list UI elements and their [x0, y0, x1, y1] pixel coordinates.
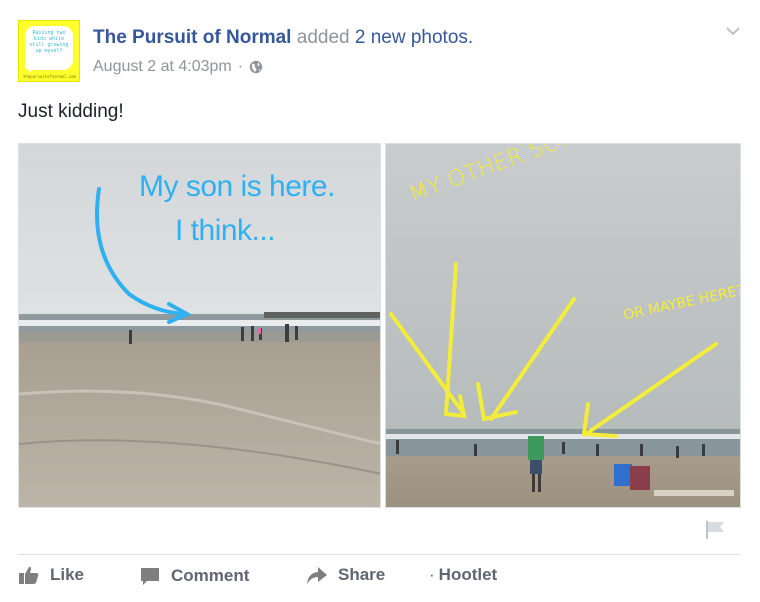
avatar-bubble-text: Raising two kids while still growing up … [25, 26, 73, 70]
like-button[interactable]: Like [18, 565, 84, 585]
post-headline: The Pursuit of Normal added 2 new photos… [93, 26, 473, 50]
post-text: Just kidding! [18, 101, 124, 122]
left-caption-line1: My son is here. [139, 170, 335, 203]
meta-separator: · [237, 58, 244, 75]
chevron-down-icon[interactable] [724, 24, 742, 36]
hootlet-label: Hootlet [438, 565, 498, 584]
actions-divider [18, 554, 741, 555]
flag-icon[interactable] [704, 520, 726, 540]
post-meta: August 2 at 4:03pm · [93, 58, 263, 76]
avatar-site-text: thepursuitofnormal.com [23, 74, 76, 79]
like-icon [19, 566, 39, 584]
comment-label: Comment [171, 566, 250, 585]
post-timestamp[interactable]: August 2 at 4:03pm [93, 58, 232, 76]
hootlet-dot: · [429, 565, 435, 584]
photo-left[interactable]: My son is here. I think... [18, 143, 381, 508]
like-label: Like [50, 565, 85, 584]
hootlet-button[interactable]: · Hootlet [429, 565, 497, 585]
comment-button[interactable]: Comment [139, 565, 249, 587]
share-button[interactable]: Share [306, 565, 385, 585]
share-label: Share [338, 565, 386, 584]
page-name-link[interactable]: The Pursuit of Normal [93, 27, 291, 48]
page-avatar[interactable]: Raising two kids while still growing up … [18, 20, 80, 82]
left-caption-line2: I think... [175, 214, 276, 247]
post-verb: added [296, 27, 350, 48]
new-photos-link[interactable]: 2 new photos. [355, 27, 473, 48]
comment-icon [141, 568, 159, 585]
feed-post: Raising two kids while still growing up … [0, 0, 760, 602]
photo-right[interactable]: MY OTHER SON IS HERE OR MAYBE HERE? [385, 143, 741, 508]
share-icon [307, 567, 327, 584]
avatar-bubble-tail [29, 67, 35, 73]
globe-icon[interactable] [249, 60, 263, 74]
